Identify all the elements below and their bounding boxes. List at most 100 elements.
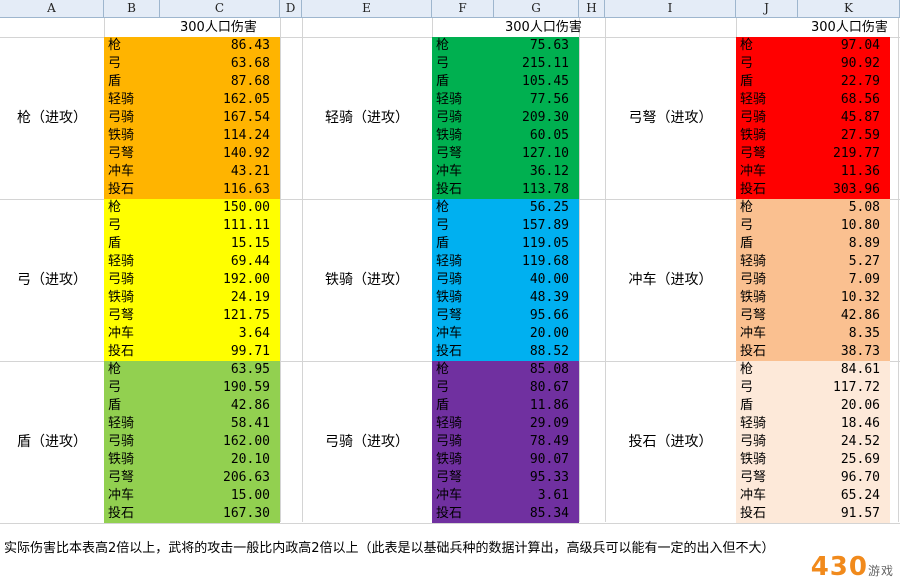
table-row[interactable]: 弓骑 7.09 <box>736 271 890 289</box>
table-row[interactable]: 铁骑 10.32 <box>736 289 890 307</box>
table-row[interactable]: 冲车 65.24 <box>736 487 890 505</box>
table-row[interactable]: 投石 38.73 <box>736 343 890 361</box>
table-row[interactable]: 枪 5.08 <box>736 199 890 217</box>
damage-value: 117.72 <box>833 380 880 395</box>
table-row[interactable]: 弓骑 45.87 <box>736 109 890 127</box>
table-row[interactable]: 枪 97.04 <box>736 37 890 55</box>
table-row[interactable]: 冲车 11.36 <box>736 163 890 181</box>
table-row[interactable]: 弓骑 40.00 <box>432 271 579 289</box>
table-row[interactable]: 枪 75.63 <box>432 37 579 55</box>
table-row[interactable]: 投石 85.34 <box>432 505 579 523</box>
table-row[interactable]: 盾 87.68 <box>104 73 280 91</box>
table-row[interactable]: 弓骑 167.54 <box>104 109 280 127</box>
table-row[interactable]: 弓弩 219.77 <box>736 145 890 163</box>
table-row[interactable]: 轻骑 77.56 <box>432 91 579 109</box>
table-row[interactable]: 弓 80.67 <box>432 379 579 397</box>
column-header-b[interactable]: B <box>104 0 160 18</box>
table-row[interactable]: 弓弩 127.10 <box>432 145 579 163</box>
table-row[interactable]: 弓 190.59 <box>104 379 280 397</box>
table-row[interactable]: 盾 119.05 <box>432 235 579 253</box>
table-row[interactable]: 枪 150.00 <box>104 199 280 217</box>
column-header-c[interactable]: C <box>160 0 280 18</box>
table-row[interactable]: 铁骑 48.39 <box>432 289 579 307</box>
table-row[interactable]: 弓弩 42.86 <box>736 307 890 325</box>
column-header-f[interactable]: F <box>432 0 494 18</box>
table-row[interactable]: 弓 90.92 <box>736 55 890 73</box>
table-row[interactable]: 轻骑 5.27 <box>736 253 890 271</box>
table-row[interactable]: 盾 22.79 <box>736 73 890 91</box>
column-header-k[interactable]: K <box>798 0 900 18</box>
table-row[interactable]: 投石 303.96 <box>736 181 890 199</box>
table-row[interactable]: 冲车 20.00 <box>432 325 579 343</box>
table-row[interactable]: 弓弩 95.66 <box>432 307 579 325</box>
table-row[interactable]: 投石 116.63 <box>104 181 280 199</box>
table-row[interactable]: 枪 85.08 <box>432 361 579 379</box>
table-row[interactable]: 投石 88.52 <box>432 343 579 361</box>
table-row[interactable]: 盾 8.89 <box>736 235 890 253</box>
table-row[interactable]: 冲车 3.64 <box>104 325 280 343</box>
table-row[interactable]: 铁骑 25.69 <box>736 451 890 469</box>
damage-value: 22.79 <box>840 74 880 89</box>
table-row[interactable]: 轻骑 162.05 <box>104 91 280 109</box>
column-header-h[interactable]: H <box>579 0 605 18</box>
table-row[interactable]: 盾 105.45 <box>432 73 579 91</box>
damage-value: 119.68 <box>522 254 569 269</box>
table-row[interactable]: 投石 91.57 <box>736 505 890 523</box>
table-row[interactable]: 轻骑 69.44 <box>104 253 280 271</box>
table-row[interactable]: 铁骑 27.59 <box>736 127 890 145</box>
table-row[interactable]: 枪 84.61 <box>736 361 890 379</box>
header-label: 300人口伤害 <box>180 20 257 35</box>
table-row[interactable]: 弓弩 140.92 <box>104 145 280 163</box>
table-row[interactable]: 盾 42.86 <box>104 397 280 415</box>
column-header-g[interactable]: G <box>494 0 579 18</box>
table-row[interactable]: 铁骑 60.05 <box>432 127 579 145</box>
table-row[interactable]: 弓 111.11 <box>104 217 280 235</box>
table-row[interactable]: 盾 11.86 <box>432 397 579 415</box>
column-header-e[interactable]: E <box>302 0 432 18</box>
table-row[interactable]: 枪 63.95 <box>104 361 280 379</box>
table-row[interactable]: 盾 20.06 <box>736 397 890 415</box>
table-row[interactable]: 轻骑 68.56 <box>736 91 890 109</box>
table-row[interactable]: 枪 56.25 <box>432 199 579 217</box>
damage-value: 167.54 <box>223 110 270 125</box>
table-row[interactable]: 弓 157.89 <box>432 217 579 235</box>
column-header-i[interactable]: I <box>605 0 736 18</box>
table-row[interactable]: 铁骑 20.10 <box>104 451 280 469</box>
table-row[interactable]: 弓骑 162.00 <box>104 433 280 451</box>
table-row[interactable]: 铁骑 114.24 <box>104 127 280 145</box>
table-row[interactable]: 轻骑 119.68 <box>432 253 579 271</box>
table-row[interactable]: 弓 10.80 <box>736 217 890 235</box>
table-row[interactable]: 投石 167.30 <box>104 505 280 523</box>
table-row[interactable]: 投石 113.78 <box>432 181 579 199</box>
column-header-j[interactable]: J <box>736 0 798 18</box>
table-row[interactable]: 盾 15.15 <box>104 235 280 253</box>
table-row[interactable]: 弓骑 24.52 <box>736 433 890 451</box>
table-row[interactable]: 弓 63.68 <box>104 55 280 73</box>
table-row[interactable]: 轻骑 18.46 <box>736 415 890 433</box>
table-row[interactable]: 弓弩 121.75 <box>104 307 280 325</box>
table-row[interactable]: 弓 215.11 <box>432 55 579 73</box>
table-row[interactable]: 弓骑 78.49 <box>432 433 579 451</box>
table-row[interactable]: 冲车 43.21 <box>104 163 280 181</box>
table-row[interactable]: 弓 117.72 <box>736 379 890 397</box>
table-row[interactable]: 铁骑 90.07 <box>432 451 579 469</box>
table-row[interactable]: 弓弩 95.33 <box>432 469 579 487</box>
unit-name: 轻骑 <box>108 92 135 107</box>
table-row[interactable]: 冲车 36.12 <box>432 163 579 181</box>
column-header-a[interactable]: A <box>0 0 104 18</box>
table-row[interactable]: 弓弩 206.63 <box>104 469 280 487</box>
table-row[interactable]: 弓骑 209.30 <box>432 109 579 127</box>
column-header-d[interactable]: D <box>280 0 302 18</box>
unit-name: 盾 <box>436 236 450 251</box>
table-row[interactable]: 铁骑 24.19 <box>104 289 280 307</box>
table-row[interactable]: 冲车 8.35 <box>736 325 890 343</box>
table-row[interactable]: 弓骑 192.00 <box>104 271 280 289</box>
unit-name: 铁骑 <box>436 290 463 305</box>
table-row[interactable]: 枪 86.43 <box>104 37 280 55</box>
table-row[interactable]: 冲车 3.61 <box>432 487 579 505</box>
table-row[interactable]: 弓弩 96.70 <box>736 469 890 487</box>
table-row[interactable]: 投石 99.71 <box>104 343 280 361</box>
table-row[interactable]: 轻骑 58.41 <box>104 415 280 433</box>
table-row[interactable]: 轻骑 29.09 <box>432 415 579 433</box>
table-row[interactable]: 冲车 15.00 <box>104 487 280 505</box>
